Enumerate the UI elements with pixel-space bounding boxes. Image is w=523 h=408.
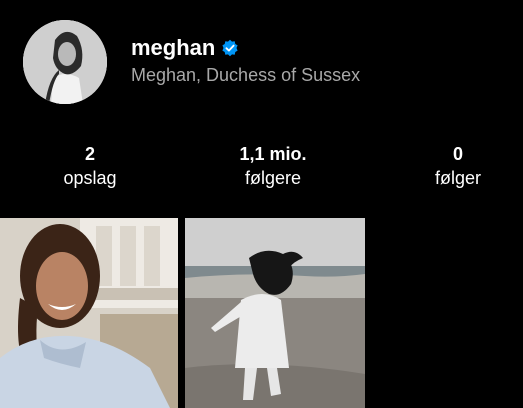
following-count: 0 [452,144,463,164]
followers-count-stat[interactable]: 1,1 mio. følgere [203,143,343,191]
followers-label: følgere [244,168,302,188]
post-thumbnail-2[interactable] [185,218,365,408]
posts-count: 2 [84,144,95,164]
followers-count: 1,1 mio. [239,144,307,164]
photo-woman-smiling-icon [0,218,178,408]
username-row: meghan [131,34,239,62]
verified-badge-icon [222,39,238,57]
following-label: følger [434,168,481,188]
profile-avatar[interactable] [23,20,107,104]
posts-label: opslag [63,168,117,188]
photo-woman-beach-icon [185,218,365,408]
avatar-photo-icon [23,20,107,104]
posts-count-stat[interactable]: 2 opslag [20,143,160,191]
post-thumbnail-1[interactable] [0,218,178,408]
username[interactable]: meghan [131,34,215,62]
following-count-stat[interactable]: 0 følger [388,143,523,191]
full-name: Meghan, Duchess of Sussex [131,65,361,85]
